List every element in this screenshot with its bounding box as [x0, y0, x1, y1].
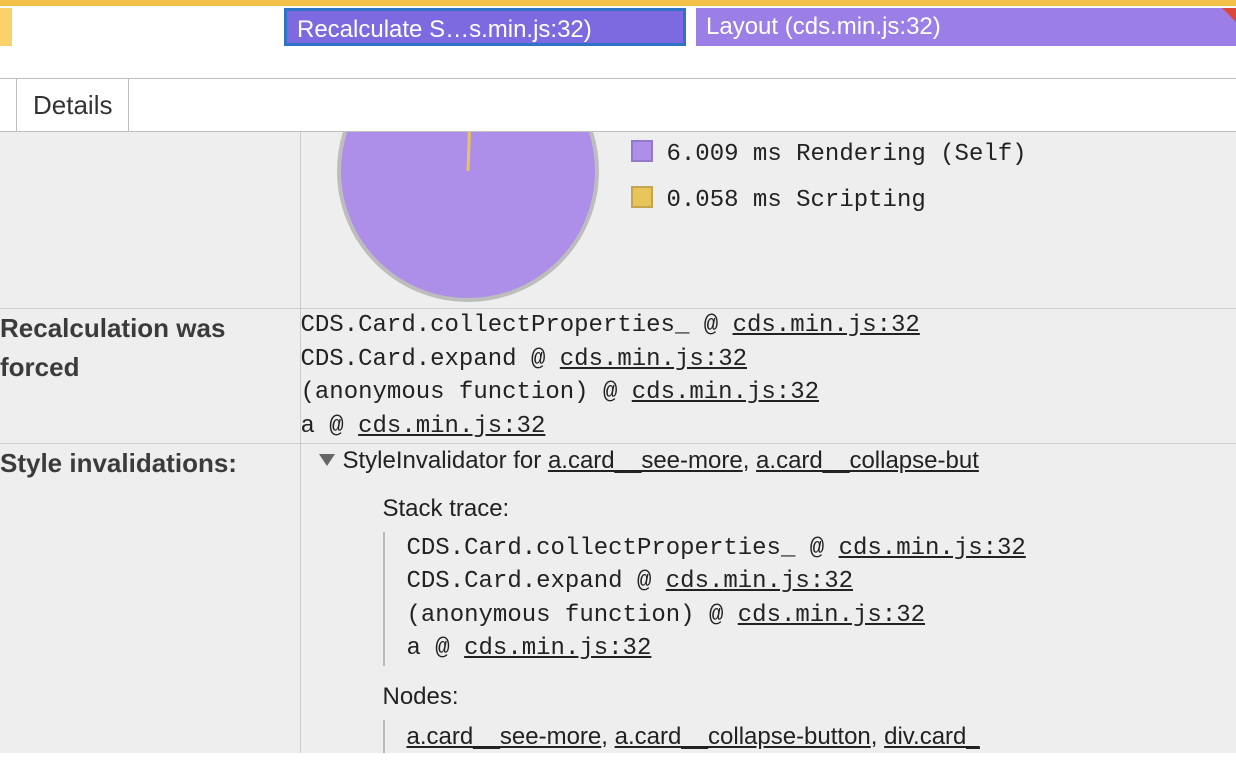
stack-frame: (anonymous function) @ cds.min.js:32 [301, 376, 1236, 410]
legend-rendering-label: 6.009 ms Rendering (Self) [667, 141, 1027, 168]
stack-frame: CDS.Card.collectProperties_ @ cds.min.js… [407, 532, 1236, 566]
source-link[interactable]: cds.min.js:32 [632, 379, 819, 406]
nodes-label: Nodes: [383, 680, 1236, 714]
source-link[interactable]: cds.min.js:32 [738, 602, 925, 629]
legend-rendering: 6.009 ms Rendering (Self) [631, 140, 1027, 168]
legend-scripting: 0.058 ms Scripting [631, 186, 1027, 214]
source-link[interactable]: cds.min.js:32 [358, 413, 545, 440]
swatch-rendering [631, 140, 653, 162]
source-link[interactable]: cds.min.js:32 [733, 312, 920, 339]
swatch-scripting [631, 186, 653, 208]
node-link[interactable]: div.card_ [884, 723, 980, 750]
node-link[interactable]: a.card__see-more [548, 447, 743, 474]
node-link[interactable]: a.card__collapse-button [615, 723, 871, 750]
source-link[interactable]: cds.min.js:32 [839, 535, 1026, 562]
stack-frame: CDS.Card.expand @ cds.min.js:32 [407, 565, 1236, 599]
invalidated-nodes: a.card__see-more, a.card__collapse-butto… [383, 720, 1236, 754]
flamechart-idle [0, 8, 12, 46]
flamechart-strip[interactable]: Recalculate S…s.min.js:32) Layout (cds.m… [0, 0, 1236, 46]
source-link[interactable]: cds.min.js:32 [464, 635, 651, 662]
legend-scripting-label: 0.058 ms Scripting [667, 187, 926, 214]
stack-frame: CDS.Card.expand @ cds.min.js:32 [301, 343, 1236, 377]
row-label-recalc-forced: Recalculation was forced [0, 309, 300, 444]
style-inval-stack-trace: CDS.Card.collectProperties_ @ cds.min.js… [383, 532, 1236, 666]
node-link[interactable]: a.card__see-more [407, 723, 602, 750]
details-panel: 6.009 ms Rendering (Self) 0.058 ms Scrip… [0, 132, 1236, 753]
source-link[interactable]: cds.min.js:32 [560, 346, 747, 373]
recalc-forced-trace: CDS.Card.collectProperties_ @ cds.min.js… [300, 309, 1236, 444]
flamechart-task-layout[interactable]: Layout (cds.min.js:32) [696, 8, 1236, 46]
style-invalidations-tree: StyleInvalidator for a.card__see-more, a… [300, 444, 1236, 753]
source-link[interactable]: cds.min.js:32 [666, 568, 853, 595]
row-label-style-invalidations: Style invalidations: [0, 444, 300, 753]
style-invalidator-header: StyleInvalidator for a.card__see-more, a… [343, 444, 1236, 478]
stack-frame: (anonymous function) @ cds.min.js:32 [407, 599, 1236, 633]
tab-details[interactable]: Details [16, 79, 129, 131]
pie-legend: 6.009 ms Rendering (Self) 0.058 ms Scrip… [631, 122, 1027, 232]
details-tabstrip: Details [0, 78, 1236, 132]
stack-trace-label: Stack trace: [383, 492, 1236, 526]
stack-frame: a @ cds.min.js:32 [407, 632, 1236, 666]
stack-frame: a @ cds.min.js:32 [301, 410, 1236, 444]
flamechart-task-recalculate-style[interactable]: Recalculate S…s.min.js:32) [284, 8, 686, 46]
node-link[interactable]: a.card__collapse-but [756, 447, 979, 474]
aggregate-time-pie: 6.009 ms Rendering (Self) 0.058 ms Scrip… [301, 132, 1236, 308]
stack-frame: CDS.Card.collectProperties_ @ cds.min.js… [301, 309, 1236, 343]
disclosure-triangle-icon[interactable] [319, 454, 335, 466]
